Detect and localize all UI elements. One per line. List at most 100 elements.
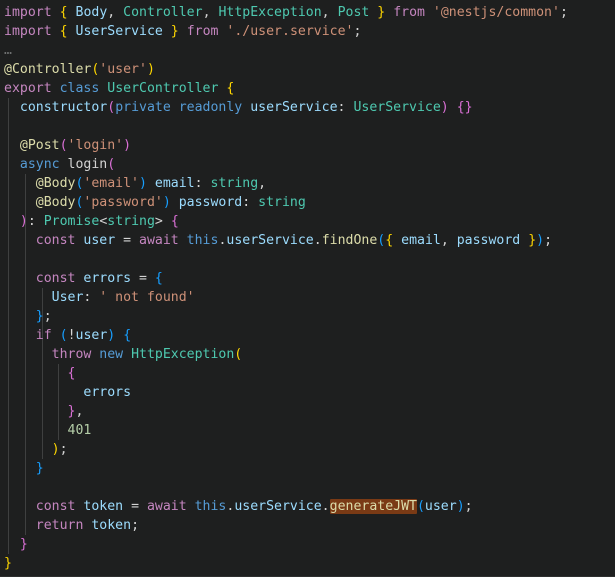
code-token: ) <box>440 100 449 115</box>
code-line[interactable]: export class UserController { <box>0 79 615 98</box>
code-line[interactable]: … <box>0 41 615 60</box>
code-token: ) <box>51 442 60 457</box>
code-line[interactable]: @Body('email') email: string, <box>0 174 615 193</box>
code-line[interactable]: } <box>0 554 615 573</box>
code-line[interactable]: User: ' not found' <box>0 288 615 307</box>
code-token: @Body <box>35 195 76 210</box>
code-token: 'password' <box>83 195 163 210</box>
code-line[interactable]: }; <box>0 307 615 326</box>
code-token: ) <box>162 195 171 210</box>
code-token: this <box>186 233 219 248</box>
code-token: errors <box>83 271 132 286</box>
code-token: ( <box>59 328 68 343</box>
code-line[interactable]: const user = await this.userService.find… <box>0 231 615 250</box>
code-token: import <box>4 5 52 20</box>
code-line[interactable]: constructor(private readonly userService… <box>0 98 615 117</box>
code-token: { <box>123 328 132 343</box>
code-line[interactable]: @Post('login') <box>0 136 615 155</box>
code-token: email <box>154 176 195 191</box>
code-line[interactable]: const errors = { <box>0 269 615 288</box>
code-line[interactable]: }, <box>0 402 615 421</box>
code-line[interactable]: 401 <box>0 421 615 440</box>
code-token: , <box>202 5 219 20</box>
code-token: { <box>67 366 76 381</box>
code-line[interactable]: } <box>0 459 615 478</box>
code-token: = <box>123 499 147 514</box>
code-token: ; <box>59 442 68 457</box>
code-line[interactable]: { <box>0 364 615 383</box>
code-token: ( <box>59 138 68 153</box>
code-token: } <box>35 309 44 324</box>
code-line[interactable]: import { UserService } from './user.serv… <box>0 22 615 41</box>
code-line[interactable]: if (!user) { <box>0 326 615 345</box>
code-line[interactable]: async login( <box>0 155 615 174</box>
code-line[interactable]: throw new HttpException( <box>0 345 615 364</box>
code-token: import <box>4 24 52 39</box>
code-token: = <box>115 233 140 248</box>
code-line[interactable]: ): Promise<string> { <box>0 212 615 231</box>
code-line[interactable]: @Controller('user') <box>0 60 615 79</box>
code-line[interactable]: ​ <box>0 117 615 136</box>
code-token: , <box>75 404 84 419</box>
code-token: Controller <box>123 5 203 20</box>
code-line[interactable]: const token = await this.userService.gen… <box>0 497 615 516</box>
code-token: { <box>59 24 68 39</box>
code-token: ( <box>234 347 243 362</box>
code-token: const <box>35 271 76 286</box>
code-token: password <box>178 195 243 210</box>
code-line[interactable]: errors <box>0 383 615 402</box>
code-editor[interactable]: import { Body, Controller, HttpException… <box>0 0 615 577</box>
code-token: const <box>35 233 76 248</box>
code-token: , <box>258 176 267 191</box>
code-token: user <box>75 328 108 343</box>
code-token: . <box>313 233 322 248</box>
code-token: { <box>154 271 163 286</box>
code-token: ; <box>464 499 473 514</box>
code-token: ) <box>123 138 132 153</box>
code-line[interactable]: import { Body, Controller, HttpException… <box>0 3 615 22</box>
code-token: @Post <box>19 138 60 153</box>
code-token: : <box>337 100 354 115</box>
code-line[interactable]: } <box>0 535 615 554</box>
code-token: constructor <box>19 100 108 115</box>
code-token: async <box>19 157 60 172</box>
code-line[interactable]: @Body('password') password: string <box>0 193 615 212</box>
code-token: password <box>456 233 521 248</box>
code-line[interactable]: return token; <box>0 516 615 535</box>
code-token: UserService <box>75 24 163 39</box>
code-line[interactable]: ​ <box>0 250 615 269</box>
code-token: } <box>19 537 28 552</box>
code-content[interactable]: import { Body, Controller, HttpException… <box>0 0 615 573</box>
code-token: User <box>51 290 84 305</box>
code-token: if <box>35 328 52 343</box>
code-token: token <box>91 518 132 533</box>
code-line[interactable]: ​ <box>0 478 615 497</box>
code-token: } <box>35 461 44 476</box>
code-line[interactable]: ); <box>0 440 615 459</box>
code-token: this <box>194 499 227 514</box>
code-token: : <box>27 214 44 229</box>
code-token: ; <box>559 5 568 20</box>
code-token: : <box>242 195 259 210</box>
code-token: ; <box>544 233 553 248</box>
code-token: 'login' <box>67 138 124 153</box>
code-token: await <box>139 233 179 248</box>
code-token: token <box>83 499 124 514</box>
code-token: export <box>4 81 52 96</box>
code-token: } <box>170 24 179 39</box>
